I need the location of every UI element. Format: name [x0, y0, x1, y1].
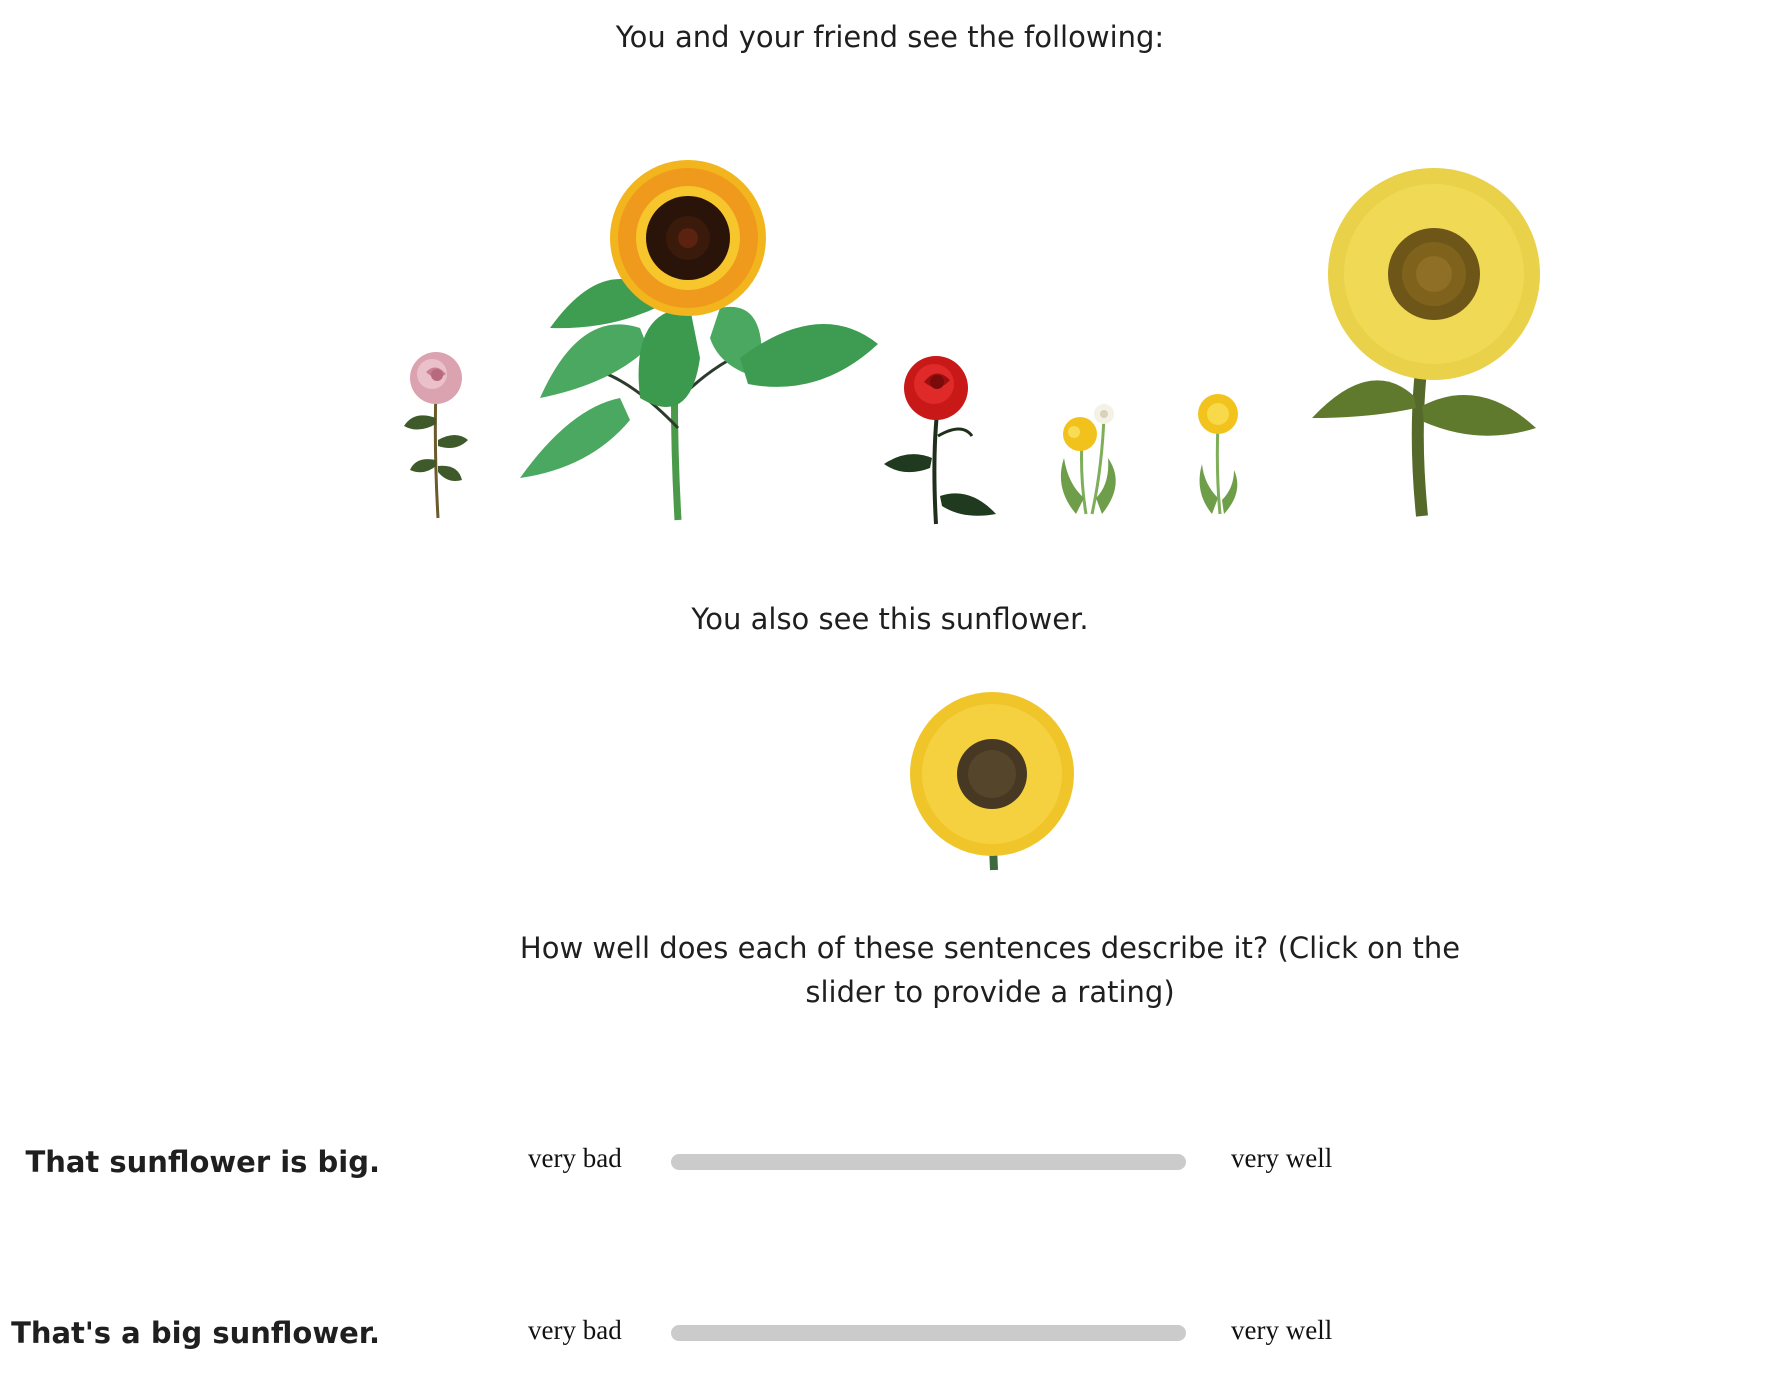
high-label-2: very well	[1231, 1315, 1333, 1345]
high-label-1: very well	[1231, 1143, 1333, 1173]
rating-question: How well does each of these sentences de…	[519, 931, 1461, 1009]
rating-slider-1[interactable]	[671, 1154, 1186, 1170]
rating-slider-2[interactable]	[671, 1325, 1186, 1341]
target-intro-text: You also see this sunflower.	[691, 602, 1089, 636]
red-rose-icon	[884, 356, 996, 525]
low-label-1: very bad	[528, 1143, 622, 1173]
orange-sunflower-icon	[520, 160, 878, 521]
pink-rose-icon	[404, 352, 468, 519]
yellow-sunflower-icon	[1312, 168, 1540, 517]
sentence-1-label: That sunflower is big.	[25, 1145, 380, 1179]
dandelion-cluster-icon	[1060, 404, 1116, 515]
small-sunflower-icon	[910, 692, 1074, 871]
low-label-2: very bad	[528, 1315, 622, 1345]
sentence-2-label: That's a big sunflower.	[11, 1316, 380, 1350]
dandelion-icon	[1198, 394, 1238, 515]
intro-text: You and your friend see the following:	[615, 20, 1165, 54]
